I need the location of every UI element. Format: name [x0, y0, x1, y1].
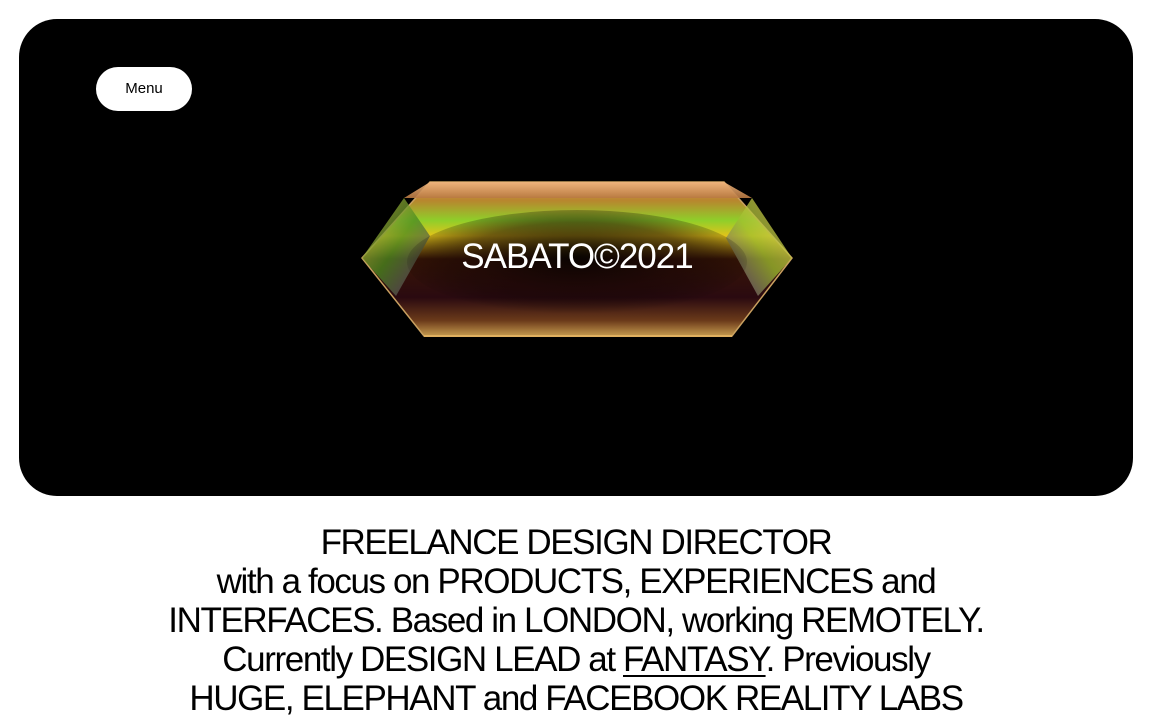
- bio-line-3: INTERFACES. Based in LONDON, working REM…: [168, 601, 985, 640]
- bio-line-5: HUGE, ELEPHANT and FACEBOOK REALITY LABS: [189, 679, 964, 718]
- crystal-label: SABATO©2021: [461, 237, 693, 276]
- bio-line-2: with a focus on PRODUCTS, EXPERIENCES an…: [216, 562, 937, 601]
- hero-banner: Menu SABATO©2021: [19, 19, 1133, 496]
- bio-line-4-before: Currently DESIGN LEAD at: [222, 640, 623, 679]
- crystal-logo: SABATO©2021: [360, 176, 794, 338]
- bio-line-1: FREELANCE DESIGN DIRECTOR: [320, 523, 833, 562]
- bio-intro: FREELANCE DESIGN DIRECTOR with a focus o…: [0, 523, 1152, 718]
- bio-line-4: Currently DESIGN LEAD at FANTASY. Previo…: [0, 640, 1152, 679]
- fantasy-link[interactable]: FANTASY: [623, 640, 767, 679]
- bio-line-4-after: . Previously: [765, 640, 932, 679]
- menu-button[interactable]: Menu: [96, 67, 192, 111]
